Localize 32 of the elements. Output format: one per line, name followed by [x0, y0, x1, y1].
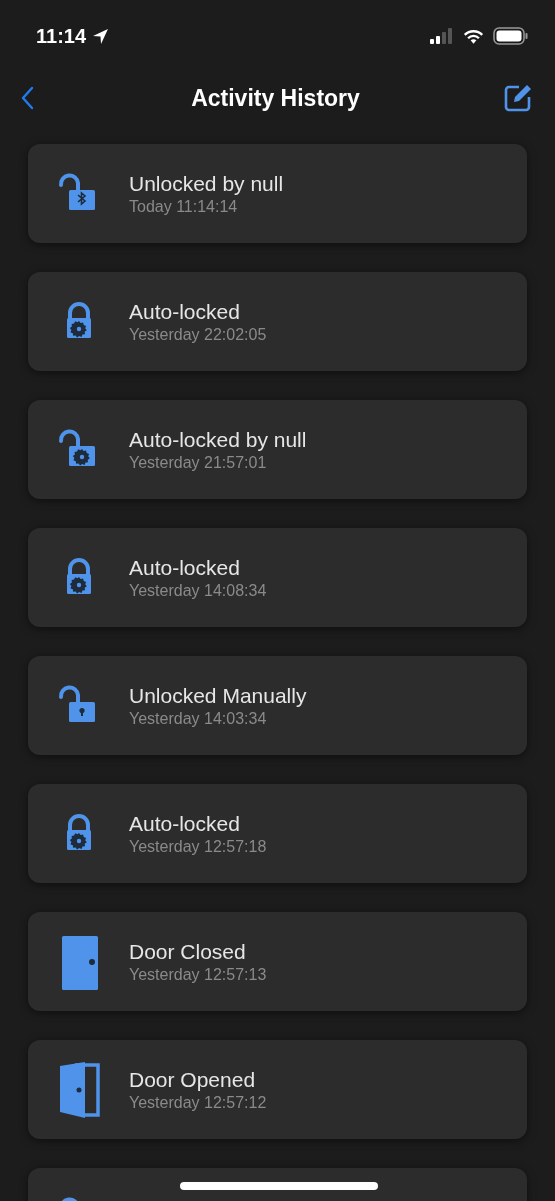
- event-title: Door Closed: [129, 938, 247, 965]
- page-title: Activity History: [191, 83, 360, 113]
- event-time: Yesterday 22:02:05: [129, 324, 267, 345]
- activity-card[interactable]: Auto-locked Yesterday 14:08:34: [28, 528, 527, 627]
- event-title: Door Opened: [129, 1066, 257, 1093]
- activity-card[interactable]: Auto-locked Yesterday 12:57:18: [28, 784, 527, 883]
- edit-icon: [503, 83, 533, 113]
- activity-card[interactable]: Door Opened Yesterday 12:57:12: [28, 1040, 527, 1139]
- event-time: Yesterday 14:08:34: [129, 580, 267, 601]
- event-title: Unlocked Manually: [129, 682, 307, 709]
- event-title: Auto-locked: [129, 298, 241, 325]
- event-time: Yesterday 12:57:13: [129, 964, 267, 985]
- location-arrow-icon: [92, 27, 110, 45]
- battery-icon: [493, 27, 529, 45]
- back-chevron-icon: [20, 86, 34, 110]
- event-time: Yesterday 12:57:12: [129, 1092, 267, 1113]
- activity-card[interactable]: Auto-locked Yesterday 22:02:05: [28, 272, 527, 371]
- activity-card[interactable]: Unlocked by null Today 11:14:14: [28, 144, 527, 243]
- event-time: Yesterday 12:57:18: [129, 836, 267, 857]
- event-time: Yesterday 14:03:34: [129, 708, 268, 729]
- activity-card[interactable]: Unlocked Manually Yesterday 14:03:34: [28, 656, 527, 755]
- event-title: Auto-locked by null: [129, 426, 307, 453]
- activity-card[interactable]: Auto-locked by null Yesterday 21:57:01: [28, 400, 527, 499]
- event-title: Auto-locked: [129, 554, 241, 581]
- event-time: Yesterday 21:57:01: [129, 452, 268, 473]
- signal-icon: [429, 28, 454, 44]
- event-title: Unlocked by null: [129, 170, 284, 197]
- status-time: 11:14: [36, 24, 87, 49]
- event-time: Today 11:14:14: [129, 196, 239, 217]
- event-title: Auto-locked: [129, 810, 241, 837]
- activity-card[interactable]: Door Closed Yesterday 12:57:13: [28, 912, 527, 1011]
- wifi-icon: [462, 27, 485, 45]
